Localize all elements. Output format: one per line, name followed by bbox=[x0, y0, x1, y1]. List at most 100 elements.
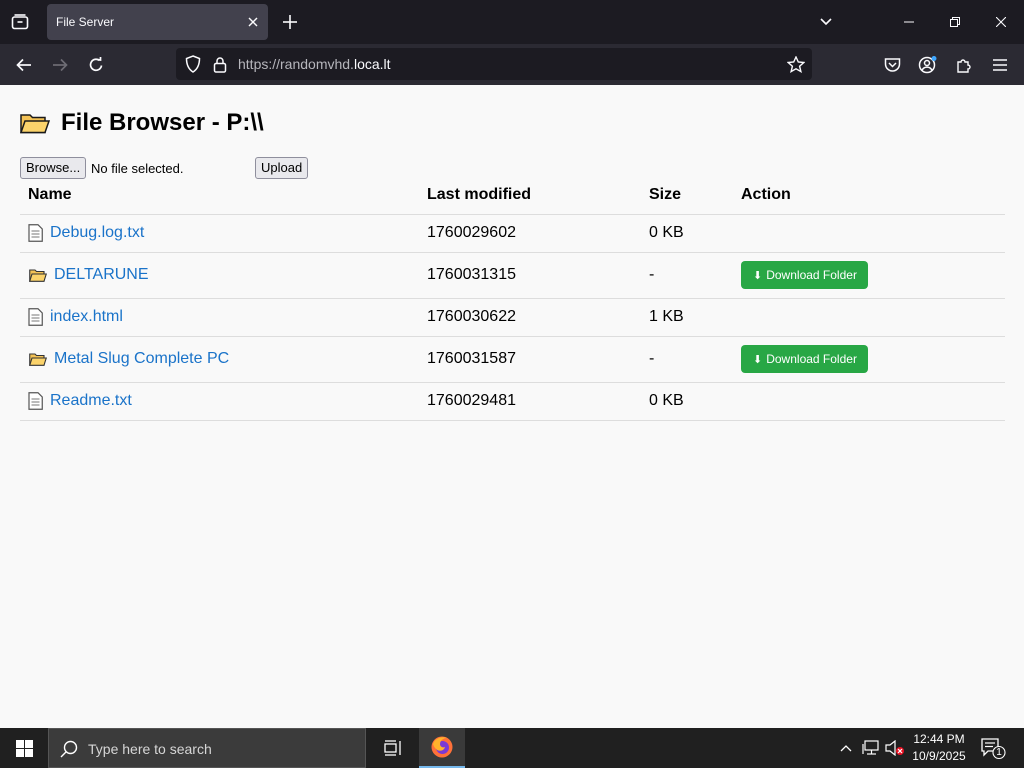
notification-count: 1 bbox=[996, 747, 1002, 758]
column-header-modified: Last modified bbox=[419, 177, 641, 215]
taskbar: Type here to search 12:44 PM 10/9/2025 1 bbox=[0, 728, 1024, 768]
pocket-button[interactable] bbox=[877, 50, 907, 80]
firefox-taskbar-button[interactable] bbox=[419, 728, 465, 768]
back-button[interactable] bbox=[9, 50, 39, 80]
document-icon bbox=[28, 392, 43, 410]
browse-button[interactable]: Browse... bbox=[20, 157, 87, 179]
modified-cell: 1760031315 bbox=[419, 252, 641, 299]
close-window-button[interactable] bbox=[978, 0, 1024, 44]
table-row: Readme.txt 1760029481 0 KB bbox=[20, 382, 1005, 421]
size-cell: - bbox=[641, 336, 733, 383]
page-heading: File Browser - P:\\ bbox=[20, 109, 264, 137]
table-row: Debug.log.txt 1760029602 0 KB bbox=[20, 214, 1005, 253]
taskbar-search-box[interactable]: Type here to search bbox=[48, 728, 366, 768]
search-placeholder: Type here to search bbox=[88, 741, 212, 757]
chevron-down-icon bbox=[820, 18, 832, 26]
upload-form: Browse... No file selected. Upload bbox=[20, 157, 340, 179]
name-cell: index.html bbox=[20, 298, 419, 337]
url-prefix: https://randomvhd. bbox=[238, 56, 354, 72]
close-icon bbox=[996, 17, 1006, 27]
table-row: DELTARUNE 1760031315 - ⬇ Download Folder bbox=[20, 252, 1005, 299]
upload-button[interactable]: Upload bbox=[255, 157, 309, 179]
search-icon bbox=[60, 740, 78, 758]
plus-icon bbox=[283, 15, 297, 29]
document-icon bbox=[28, 224, 43, 242]
action-cell: ⬇ Download Folder bbox=[733, 252, 1005, 299]
folder-icon bbox=[29, 268, 47, 282]
firefox-icon bbox=[431, 736, 453, 758]
menu-button[interactable] bbox=[985, 50, 1015, 80]
size-cell: 0 KB bbox=[641, 214, 733, 253]
download-folder-label: Download Folder bbox=[766, 268, 857, 282]
page-content: File Browser - P:\\ Browse... No file se… bbox=[0, 85, 1024, 728]
table-row: index.html 1760030622 1 KB bbox=[20, 298, 1005, 337]
name-cell: Debug.log.txt bbox=[20, 214, 419, 253]
download-arrow-icon: ⬇ bbox=[753, 353, 763, 366]
document-icon bbox=[28, 308, 43, 326]
bookmark-star-icon[interactable] bbox=[787, 55, 805, 73]
lock-icon[interactable] bbox=[211, 55, 229, 73]
show-hidden-icons-button[interactable] bbox=[836, 738, 856, 758]
modified-cell: 1760029481 bbox=[419, 382, 641, 421]
column-header-action: Action bbox=[733, 177, 1005, 215]
task-view-button[interactable] bbox=[370, 728, 416, 768]
file-status: No file selected. bbox=[91, 161, 184, 176]
notification-center-button[interactable]: 1 bbox=[980, 736, 1006, 760]
file-table: Name Last modified Size Action Debug.log… bbox=[20, 177, 1005, 421]
hamburger-menu-icon bbox=[993, 59, 1007, 71]
download-folder-label: Download Folder bbox=[766, 352, 857, 366]
file-link[interactable]: index.html bbox=[50, 308, 123, 326]
clock-date: 10/9/2025 bbox=[912, 749, 966, 763]
action-cell bbox=[733, 214, 1005, 253]
shield-icon[interactable] bbox=[184, 55, 202, 73]
new-tab-button[interactable] bbox=[278, 10, 302, 34]
firefox-view-icon bbox=[11, 14, 29, 30]
account-icon bbox=[918, 56, 937, 74]
file-link[interactable]: Readme.txt bbox=[50, 392, 132, 410]
action-cell bbox=[733, 382, 1005, 421]
restore-button[interactable] bbox=[932, 0, 978, 44]
modified-cell: 1760031587 bbox=[419, 336, 641, 383]
modified-cell: 1760029602 bbox=[419, 214, 641, 253]
task-view-icon bbox=[384, 740, 401, 756]
download-folder-button[interactable]: ⬇ Download Folder bbox=[741, 261, 868, 289]
folder-link[interactable]: DELTARUNE bbox=[54, 266, 149, 284]
taskbar-clock[interactable]: 12:44 PM 10/9/2025 bbox=[905, 731, 973, 765]
network-button[interactable] bbox=[861, 738, 881, 758]
name-cell: DELTARUNE bbox=[20, 252, 419, 299]
tab-title: File Server bbox=[56, 15, 115, 29]
chevron-up-icon bbox=[840, 745, 852, 752]
page-title: File Browser - P:\\ bbox=[61, 109, 264, 136]
folder-icon bbox=[29, 352, 47, 366]
start-button[interactable] bbox=[0, 728, 48, 768]
reload-button[interactable] bbox=[81, 50, 111, 80]
firefox-view-button[interactable] bbox=[0, 0, 40, 44]
volume-button[interactable] bbox=[885, 738, 905, 758]
arrow-left-icon bbox=[16, 58, 31, 72]
folder-link[interactable]: Metal Slug Complete PC bbox=[54, 350, 229, 368]
puzzle-icon bbox=[956, 58, 971, 73]
network-icon bbox=[862, 740, 879, 755]
extensions-button[interactable] bbox=[949, 50, 979, 80]
file-link[interactable]: Debug.log.txt bbox=[50, 224, 144, 242]
size-cell: 0 KB bbox=[641, 382, 733, 421]
download-folder-button[interactable]: ⬇ Download Folder bbox=[741, 345, 868, 373]
column-header-size: Size bbox=[641, 177, 733, 215]
table-header-row: Name Last modified Size Action bbox=[20, 177, 1005, 215]
list-all-tabs-button[interactable] bbox=[814, 10, 838, 34]
tab-close-button[interactable] bbox=[244, 13, 262, 31]
forward-button[interactable] bbox=[45, 50, 75, 80]
minimize-button[interactable] bbox=[886, 0, 932, 44]
url-text[interactable]: https://randomvhd.loca.lt bbox=[238, 56, 391, 72]
address-bar[interactable]: https://randomvhd.loca.lt bbox=[176, 48, 812, 80]
windows-logo-icon bbox=[15, 739, 33, 757]
minimize-icon bbox=[904, 21, 914, 23]
table-row: Metal Slug Complete PC 1760031587 - ⬇ Dow… bbox=[20, 336, 1005, 383]
url-domain: loca.lt bbox=[353, 56, 391, 72]
active-tab[interactable]: File Server bbox=[47, 4, 268, 40]
arrow-right-icon bbox=[53, 58, 68, 72]
navigation-toolbar: https://randomvhd.loca.lt bbox=[0, 44, 1024, 85]
volume-muted-icon bbox=[885, 740, 904, 756]
account-button[interactable] bbox=[913, 50, 943, 80]
action-cell: ⬇ Download Folder bbox=[733, 336, 1005, 383]
